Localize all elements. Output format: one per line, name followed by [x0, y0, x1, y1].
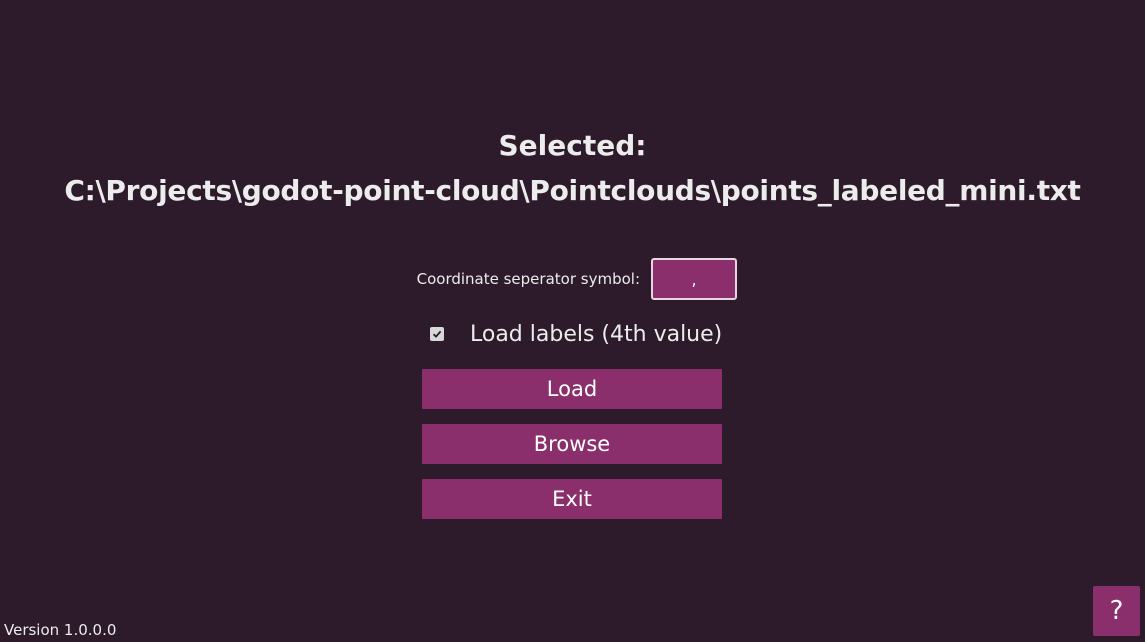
separator-row: Coordinate seperator symbol: [0, 258, 1145, 300]
exit-button[interactable]: Exit [422, 479, 722, 519]
load-button[interactable]: Load [422, 369, 722, 409]
selected-file-path: C:\Projects\godot-point-cloud\Pointcloud… [64, 174, 1081, 207]
help-button[interactable]: ? [1093, 586, 1140, 636]
checkmark-icon [432, 330, 442, 338]
browse-button[interactable]: Browse [422, 424, 722, 464]
separator-label: Coordinate seperator symbol: [416, 270, 640, 288]
load-labels-checkbox[interactable] [430, 327, 444, 341]
main-menu-screen: Selected: C:\Projects\godot-point-cloud\… [0, 0, 1145, 642]
version-label: Version 1.0.0.0 [4, 621, 117, 639]
selected-heading: Selected: [498, 129, 647, 162]
load-labels-row[interactable]: Load labels (4th value) [0, 318, 1145, 352]
separator-input[interactable] [651, 258, 737, 300]
load-labels-label: Load labels (4th value) [470, 322, 723, 347]
